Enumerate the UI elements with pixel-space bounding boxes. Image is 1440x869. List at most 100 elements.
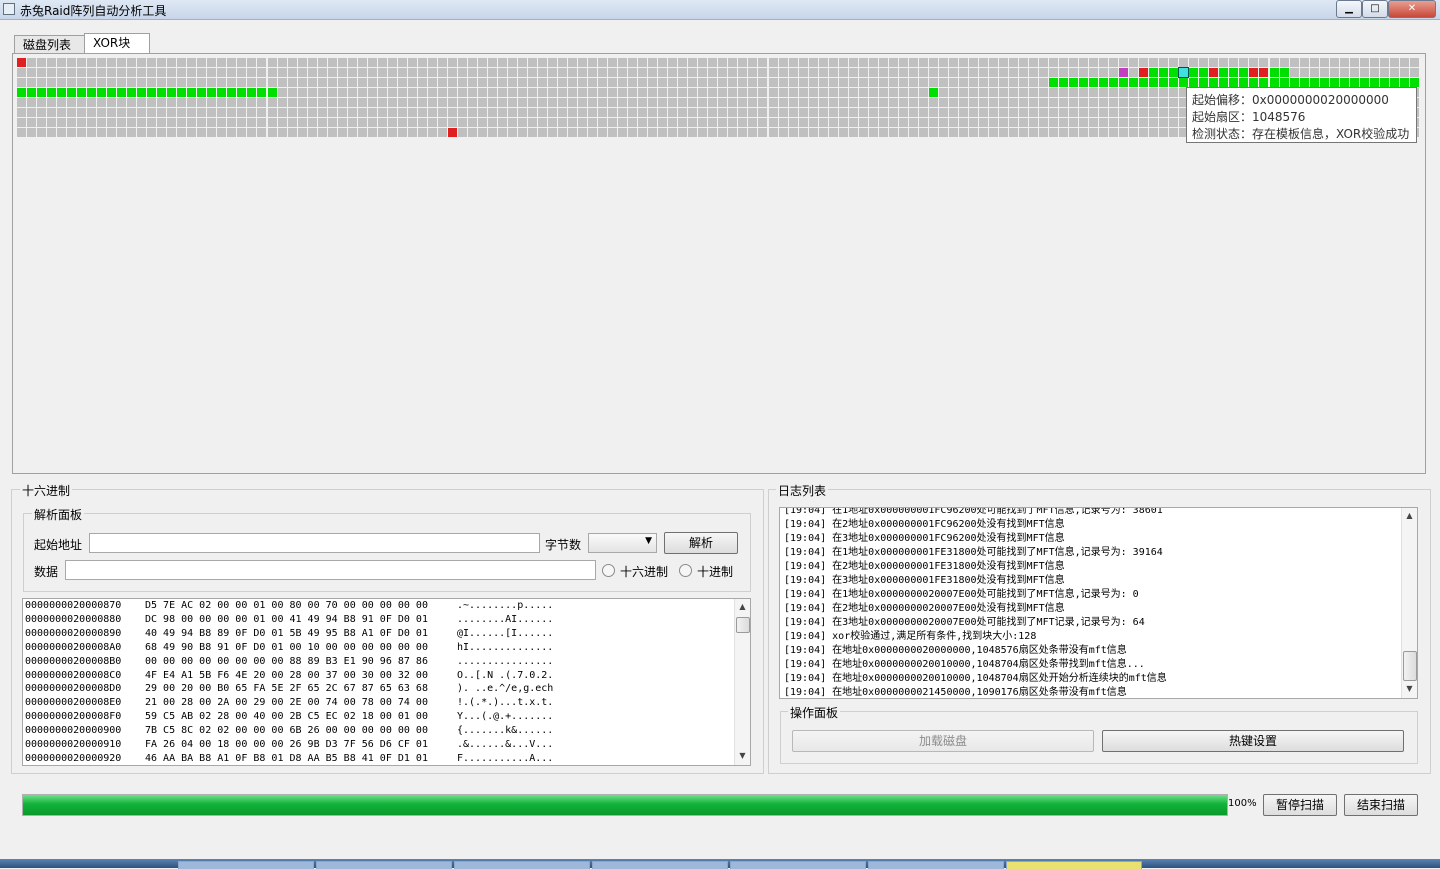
- xor-block-cell[interactable]: [698, 128, 708, 137]
- xor-block-cell[interactable]: [137, 128, 147, 137]
- xor-block-cell[interactable]: [347, 98, 357, 107]
- xor-block-cell[interactable]: [648, 98, 658, 107]
- xor-block-cell[interactable]: [77, 98, 87, 107]
- xor-block-cell[interactable]: [27, 128, 37, 137]
- xor-block-cell[interactable]: [868, 118, 878, 127]
- xor-block-cell[interactable]: [1319, 68, 1329, 77]
- xor-block-cell[interactable]: [77, 118, 87, 127]
- xor-block-cell[interactable]: [618, 78, 628, 87]
- xor-block-cell[interactable]: [898, 58, 908, 67]
- xor-block-cell[interactable]: [497, 108, 507, 117]
- xor-block-cell[interactable]: [638, 58, 648, 67]
- xor-block-cell[interactable]: [628, 108, 638, 117]
- xor-block-cell[interactable]: [57, 88, 67, 97]
- xor-block-cell[interactable]: [497, 58, 507, 67]
- xor-block-cell[interactable]: [407, 78, 417, 87]
- xor-block-cell[interactable]: [277, 118, 287, 127]
- xor-block-cell[interactable]: [287, 128, 297, 137]
- xor-block-cell[interactable]: [828, 88, 838, 97]
- xor-block-cell[interactable]: [1099, 118, 1109, 127]
- xor-block-cell[interactable]: [457, 58, 467, 67]
- xor-block-cell[interactable]: [1059, 88, 1069, 97]
- xor-block-cell[interactable]: [267, 88, 277, 97]
- xor-block-cell[interactable]: [618, 118, 628, 127]
- xor-block-cell[interactable]: [457, 118, 467, 127]
- xor-block-cell[interactable]: [678, 98, 688, 107]
- xor-block-cell[interactable]: [698, 108, 708, 117]
- xor-block-cell[interactable]: [838, 88, 848, 97]
- xor-block-cell[interactable]: [658, 108, 668, 117]
- xor-block-cell[interactable]: [1089, 58, 1099, 67]
- xor-block-cell[interactable]: [658, 78, 668, 87]
- byte-count-select[interactable]: ▼: [588, 533, 657, 553]
- xor-block-cell[interactable]: [958, 118, 968, 127]
- xor-block-cell[interactable]: [107, 88, 117, 97]
- xor-block-cell[interactable]: [658, 98, 668, 107]
- xor-block-cell[interactable]: [1199, 58, 1209, 67]
- xor-block-cell[interactable]: [628, 88, 638, 97]
- xor-block-cell[interactable]: [858, 118, 868, 127]
- xor-block-cell[interactable]: [117, 68, 127, 77]
- xor-block-cell[interactable]: [477, 128, 487, 137]
- xor-block-cell[interactable]: [387, 128, 397, 137]
- xor-block-cell[interactable]: [377, 128, 387, 137]
- xor-block-cell[interactable]: [207, 128, 217, 137]
- xor-block-cell[interactable]: [217, 108, 227, 117]
- xor-block-cell[interactable]: [477, 88, 487, 97]
- xor-block-cell[interactable]: [107, 108, 117, 117]
- xor-block-cell[interactable]: [77, 88, 87, 97]
- xor-block-cell[interactable]: [908, 118, 918, 127]
- xor-block-cell[interactable]: [1049, 108, 1059, 117]
- xor-block-cell[interactable]: [307, 88, 317, 97]
- xor-block-cell[interactable]: [167, 88, 177, 97]
- xor-block-cell[interactable]: [928, 128, 938, 137]
- xor-block-cell[interactable]: [1019, 128, 1028, 137]
- xor-block-cell[interactable]: [768, 118, 778, 127]
- xor-block-cell[interactable]: [157, 118, 167, 127]
- xor-block-cell[interactable]: [938, 118, 948, 127]
- xor-block-cell[interactable]: [708, 108, 718, 117]
- xor-block-cell[interactable]: [47, 108, 57, 117]
- xor-block-cell[interactable]: [648, 118, 658, 127]
- xor-block-cell[interactable]: [247, 88, 257, 97]
- xor-block-cell[interactable]: [858, 108, 868, 117]
- xor-block-cell[interactable]: [698, 78, 708, 87]
- xor-block-cell[interactable]: [818, 78, 828, 87]
- xor-block-cell[interactable]: [457, 68, 467, 77]
- xor-block-cell[interactable]: [1389, 68, 1399, 77]
- xor-block-cell[interactable]: [1119, 108, 1129, 117]
- xor-block-cell[interactable]: [267, 68, 277, 77]
- radio-decimal[interactable]: [679, 564, 692, 577]
- xor-block-cell[interactable]: [888, 98, 898, 107]
- xor-block-cell[interactable]: [908, 78, 918, 87]
- xor-block-cell[interactable]: [778, 118, 788, 127]
- xor-block-cell[interactable]: [668, 128, 678, 137]
- xor-block-cell[interactable]: [1169, 78, 1179, 87]
- xor-block-cell[interactable]: [768, 58, 778, 67]
- xor-block-cell[interactable]: [237, 118, 247, 127]
- xor-block-cell[interactable]: [207, 98, 217, 107]
- xor-block-cell[interactable]: [638, 98, 648, 107]
- hex-scroll-thumb[interactable]: [736, 617, 750, 633]
- xor-block-cell[interactable]: [568, 68, 578, 77]
- xor-block-cell[interactable]: [47, 78, 57, 87]
- xor-block-cell[interactable]: [708, 128, 718, 137]
- xor-block-cell[interactable]: [17, 68, 26, 77]
- xor-block-cell[interactable]: [938, 108, 948, 117]
- xor-block-cell[interactable]: [918, 68, 928, 77]
- xor-block-cell[interactable]: [888, 68, 898, 77]
- xor-block-cell[interactable]: [518, 128, 527, 137]
- xor-block-cell[interactable]: [888, 58, 898, 67]
- xor-block-cell[interactable]: [958, 78, 968, 87]
- xor-block-cell[interactable]: [77, 108, 87, 117]
- xor-block-cell[interactable]: [347, 88, 357, 97]
- xor-block-cell[interactable]: [137, 118, 147, 127]
- xor-block-cell[interactable]: [117, 78, 127, 87]
- xor-block-cell[interactable]: [457, 128, 467, 137]
- xor-block-cell[interactable]: [1109, 98, 1119, 107]
- xor-block-cell[interactable]: [407, 118, 417, 127]
- xor-block-cell[interactable]: [1229, 68, 1239, 77]
- xor-block-cell[interactable]: [1049, 98, 1059, 107]
- xor-block-cell[interactable]: [167, 98, 177, 107]
- xor-block-cell[interactable]: [838, 58, 848, 67]
